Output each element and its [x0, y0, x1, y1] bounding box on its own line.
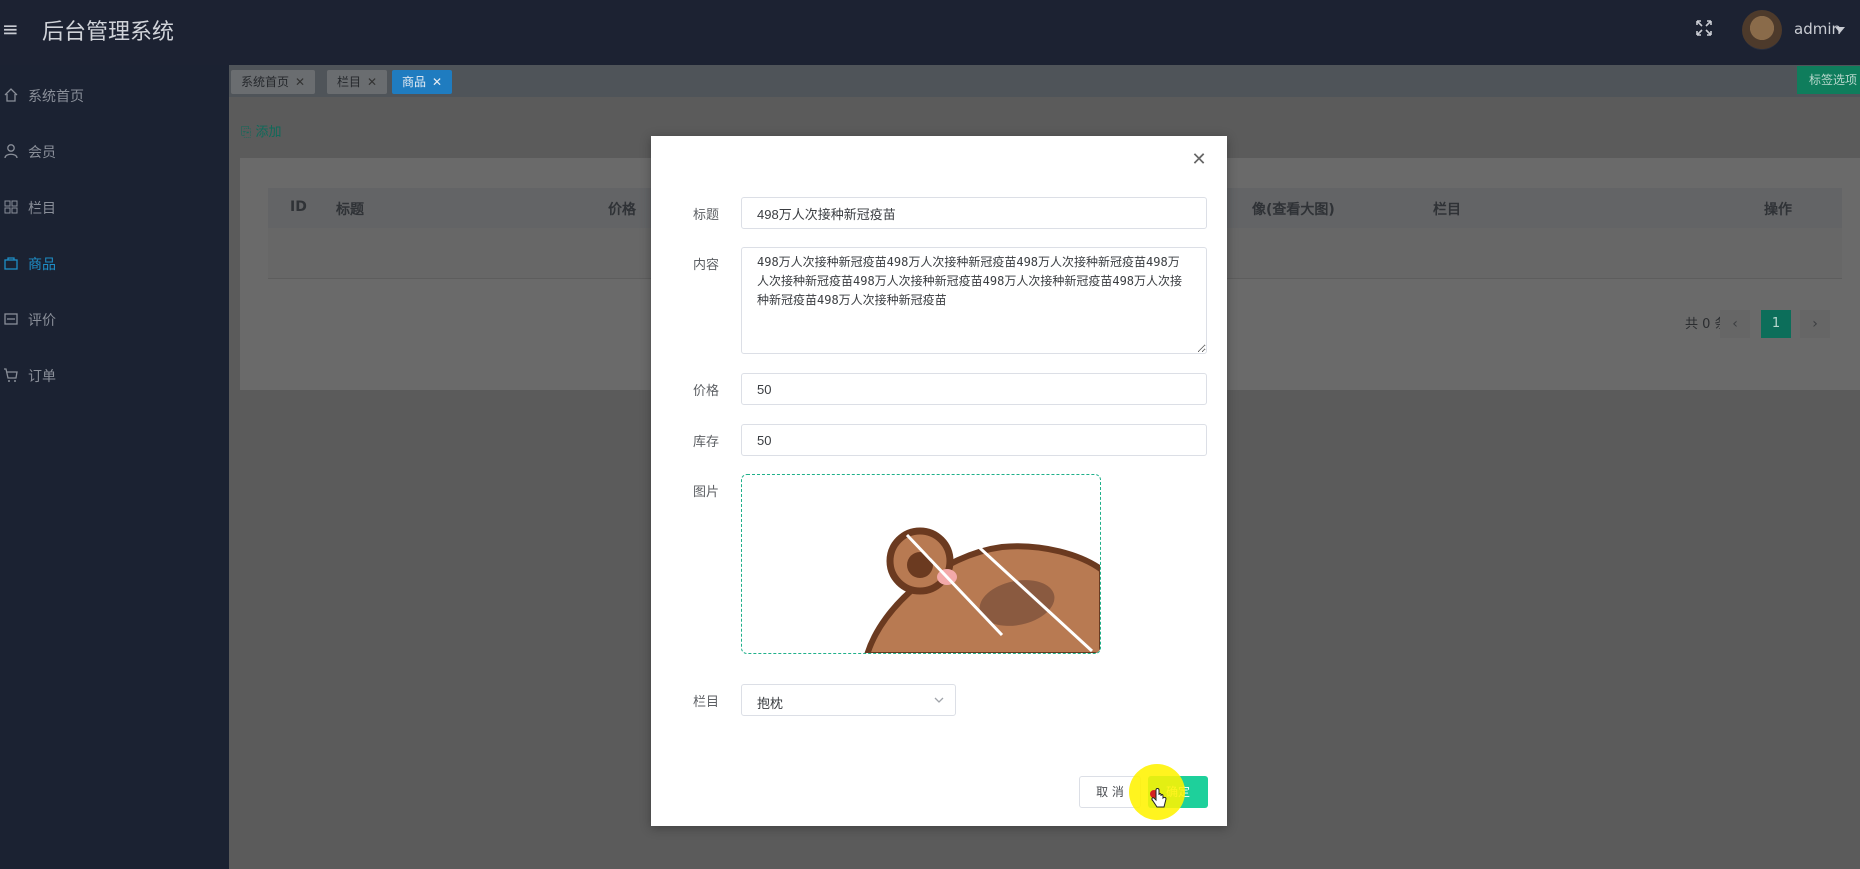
close-icon[interactable]: ✕: [1191, 151, 1207, 169]
add-button[interactable]: ⎘ 添加: [241, 121, 282, 140]
column-header: 像(查看大图): [1252, 202, 1335, 218]
close-icon[interactable]: ✕: [367, 75, 377, 89]
column-header: 标题: [336, 202, 364, 218]
category-select[interactable]: 抱枕: [741, 684, 956, 716]
fullscreen-icon[interactable]: [1694, 18, 1714, 38]
sidebar-item-label: 会员: [28, 145, 56, 161]
column-header: 栏目: [1433, 202, 1461, 218]
top-header: ≡ 后台管理系统 admin: [0, 0, 1860, 65]
content-label: 内容: [692, 258, 719, 273]
pagination-prev-button[interactable]: ‹: [1720, 310, 1750, 338]
tab-bar: 系统首页 ✕ 栏目 ✕ 商品 ✕ 标签选项: [229, 65, 1860, 97]
sidebar-item-members[interactable]: 会员: [0, 131, 229, 171]
caret-down-icon[interactable]: [1835, 27, 1845, 33]
sidebar-item-label: 系统首页: [28, 89, 84, 105]
title-label: 标题: [692, 208, 719, 223]
pagination-page-1[interactable]: 1: [1761, 310, 1791, 338]
column-header: 操作: [1764, 202, 1792, 218]
comment-icon: [4, 313, 18, 325]
user-name[interactable]: admin: [1794, 20, 1841, 38]
stock-input[interactable]: [741, 424, 1207, 456]
chevron-down-icon: [934, 697, 944, 703]
close-icon[interactable]: ✕: [432, 75, 442, 89]
title-input[interactable]: [741, 197, 1207, 229]
hamburger-menu-icon[interactable]: ≡: [2, 19, 20, 39]
home-icon: [4, 88, 18, 102]
pagination-next-button[interactable]: ›: [1800, 310, 1830, 338]
avatar[interactable]: [1742, 10, 1782, 50]
sidebar-item-label: 商品: [28, 257, 56, 273]
tab-categories[interactable]: 栏目 ✕: [327, 70, 388, 94]
sidebar-item-label: 评价: [28, 313, 56, 329]
column-header: 价格: [608, 202, 636, 218]
sidebar-item-categories[interactable]: 栏目: [0, 187, 229, 227]
image-upload[interactable]: [741, 474, 1101, 654]
tab-options-button[interactable]: 标签选项: [1797, 66, 1860, 94]
category-select-value: 抱枕: [757, 697, 784, 712]
sidebar-item-label: 栏目: [28, 201, 56, 217]
hand-pointer-icon: [1150, 788, 1167, 808]
tab-home[interactable]: 系统首页 ✕: [231, 70, 316, 94]
stock-label: 库存: [692, 435, 719, 450]
app-title: 后台管理系统: [42, 20, 175, 45]
sidebar: 系统首页 会员 栏目 商品 评价 订单: [0, 65, 229, 869]
sidebar-item-orders[interactable]: 订单: [0, 355, 229, 395]
user-icon: [4, 144, 18, 159]
content-textarea[interactable]: 498万人次接种新冠疫苗498万人次接种新冠疫苗498万人次接种新冠疫苗498万…: [741, 247, 1207, 354]
close-icon[interactable]: ✕: [295, 75, 305, 89]
tab-products[interactable]: 商品 ✕: [392, 70, 453, 94]
sidebar-item-home[interactable]: 系统首页: [0, 75, 229, 115]
bear-image: [864, 525, 1100, 653]
cart-icon: [4, 368, 18, 382]
edit-product-dialog: ✕ 标题 内容 498万人次接种新冠疫苗498万人次接种新冠疫苗498万人次接种…: [651, 136, 1227, 826]
sidebar-item-reviews[interactable]: 评价: [0, 299, 229, 339]
sidebar-item-label: 订单: [28, 369, 56, 385]
sidebar-item-products[interactable]: 商品: [0, 243, 229, 283]
bag-icon: [4, 257, 18, 270]
category-label: 栏目: [692, 695, 719, 710]
image-label: 图片: [692, 485, 719, 500]
grid-icon: [4, 200, 18, 214]
price-label: 价格: [692, 384, 719, 399]
column-header: ID: [290, 199, 307, 215]
price-input[interactable]: [741, 373, 1207, 405]
